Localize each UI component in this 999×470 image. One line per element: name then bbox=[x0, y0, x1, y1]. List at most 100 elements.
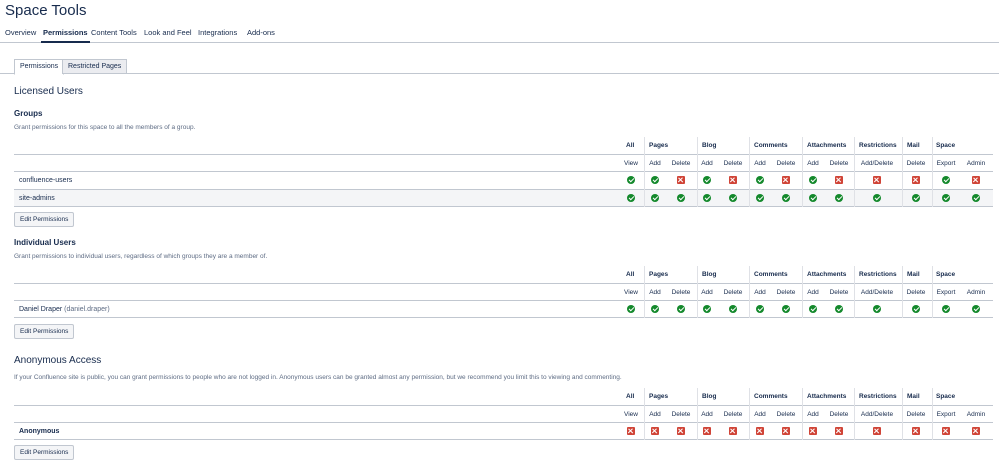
column-delete: Delete bbox=[776, 160, 796, 167]
column-divider bbox=[902, 137, 903, 207]
column-divider bbox=[854, 266, 855, 318]
anonymous-access-heading: Anonymous Access bbox=[14, 355, 102, 366]
column-add: Add bbox=[649, 411, 661, 418]
cross-square-icon bbox=[627, 427, 635, 435]
permission-subheader: View Add Delete Add Delete Add Delete Add Delete… bbox=[14, 405, 993, 422]
cross-square-icon bbox=[873, 176, 881, 184]
column-divider bbox=[644, 137, 645, 207]
column-divider bbox=[644, 266, 645, 318]
individual-edit-permissions-button[interactable]: Edit Permissions bbox=[14, 324, 75, 339]
permission-subheader: View Add Delete Add Delete Add Delete Add Delete… bbox=[14, 283, 993, 300]
tab-add-ons[interactable]: Add-ons bbox=[247, 28, 275, 37]
column-divider bbox=[697, 266, 698, 318]
check-circle-icon bbox=[651, 305, 659, 313]
cross-square-icon bbox=[972, 176, 980, 184]
tab-permissions[interactable]: Permissions bbox=[41, 28, 90, 43]
check-circle-icon bbox=[873, 194, 881, 202]
column-export: Export bbox=[936, 160, 956, 167]
cross-square-icon bbox=[942, 427, 950, 435]
table-row: Daniel Draper (daniel.draper) bbox=[14, 300, 993, 318]
column-delete: Delete bbox=[906, 160, 926, 167]
cross-square-icon bbox=[782, 176, 790, 184]
table-row: site-admins bbox=[14, 189, 993, 207]
column-delete: Delete bbox=[829, 289, 849, 296]
cross-square-icon bbox=[912, 427, 920, 435]
cross-square-icon bbox=[729, 427, 737, 435]
column-divider bbox=[749, 266, 750, 318]
permission-group-header: All Pages Blog Comments Attachments Restricti… bbox=[14, 137, 993, 154]
check-circle-icon bbox=[627, 176, 635, 184]
column-admin: Admin bbox=[966, 160, 986, 167]
tab-integrations[interactable]: Integrations bbox=[198, 28, 237, 37]
check-circle-icon bbox=[729, 305, 737, 313]
check-circle-icon bbox=[782, 305, 790, 313]
individual-users-description: Grant permissions to individual users, r… bbox=[14, 253, 268, 260]
column-add-delete: Add/Delete bbox=[860, 160, 894, 167]
check-circle-icon bbox=[912, 194, 920, 202]
check-circle-icon bbox=[677, 194, 685, 202]
check-circle-icon bbox=[627, 305, 635, 313]
column-group-all: All bbox=[626, 393, 635, 400]
cross-square-icon bbox=[729, 176, 737, 184]
tab-content-tools[interactable]: Content Tools bbox=[91, 28, 137, 37]
cross-square-icon bbox=[677, 427, 685, 435]
column-delete: Delete bbox=[671, 411, 691, 418]
cross-square-icon bbox=[756, 427, 764, 435]
check-circle-icon bbox=[972, 305, 980, 313]
tab-overview[interactable]: Overview bbox=[5, 28, 36, 37]
column-divider bbox=[932, 388, 933, 440]
column-export: Export bbox=[936, 289, 956, 296]
anonymous-access-description: If your Confluence site is public, you c… bbox=[14, 374, 622, 381]
column-delete: Delete bbox=[829, 160, 849, 167]
column-group-blog: Blog bbox=[702, 393, 717, 400]
check-circle-icon bbox=[651, 176, 659, 184]
check-circle-icon bbox=[972, 194, 980, 202]
column-divider bbox=[697, 137, 698, 207]
subtab-restricted-pages[interactable]: Restricted Pages bbox=[62, 59, 128, 74]
column-group-pages: Pages bbox=[649, 271, 669, 278]
column-divider bbox=[802, 137, 803, 207]
page-title: Space Tools bbox=[5, 2, 87, 19]
check-circle-icon bbox=[835, 194, 843, 202]
column-divider bbox=[854, 388, 855, 440]
column-divider bbox=[802, 388, 803, 440]
check-circle-icon bbox=[912, 305, 920, 313]
column-add: Add bbox=[807, 160, 819, 167]
column-delete: Delete bbox=[776, 289, 796, 296]
tab-look-and-feel[interactable]: Look and Feel bbox=[144, 28, 192, 37]
column-add: Add bbox=[754, 160, 766, 167]
column-divider bbox=[902, 266, 903, 318]
cross-square-icon bbox=[912, 176, 920, 184]
check-circle-icon bbox=[782, 194, 790, 202]
column-delete: Delete bbox=[906, 289, 926, 296]
column-group-attachments: Attachments bbox=[807, 142, 847, 149]
row-name: Anonymous bbox=[19, 428, 60, 435]
column-group-comments: Comments bbox=[754, 142, 788, 149]
check-circle-icon bbox=[873, 305, 881, 313]
check-circle-icon bbox=[942, 176, 950, 184]
cross-square-icon bbox=[809, 427, 817, 435]
space-tools-tabs: Overview Permissions Content Tools Look … bbox=[0, 24, 999, 43]
table-row: confluence-users bbox=[14, 171, 993, 189]
groups-edit-permissions-button[interactable]: Edit Permissions bbox=[14, 212, 75, 227]
column-group-comments: Comments bbox=[754, 393, 788, 400]
permission-subheader: View Add Delete Add Delete Add Delete Add Delete… bbox=[14, 154, 993, 171]
anonymous-edit-permissions-button[interactable]: Edit Permissions bbox=[14, 445, 75, 460]
column-export: Export bbox=[936, 411, 956, 418]
cross-square-icon bbox=[703, 427, 711, 435]
column-group-attachments: Attachments bbox=[807, 393, 847, 400]
check-circle-icon bbox=[703, 305, 711, 313]
column-add: Add bbox=[649, 160, 661, 167]
column-add: Add bbox=[701, 411, 713, 418]
column-group-space: Space bbox=[936, 393, 956, 400]
column-delete: Delete bbox=[723, 411, 743, 418]
subtab-permissions[interactable]: Permissions bbox=[14, 59, 65, 75]
column-admin: Admin bbox=[966, 411, 986, 418]
column-divider bbox=[932, 266, 933, 318]
check-circle-icon bbox=[809, 194, 817, 202]
check-circle-icon bbox=[677, 305, 685, 313]
row-name: confluence-users bbox=[19, 177, 73, 184]
column-delete: Delete bbox=[671, 289, 691, 296]
cross-square-icon bbox=[835, 176, 843, 184]
column-group-space: Space bbox=[936, 142, 956, 149]
